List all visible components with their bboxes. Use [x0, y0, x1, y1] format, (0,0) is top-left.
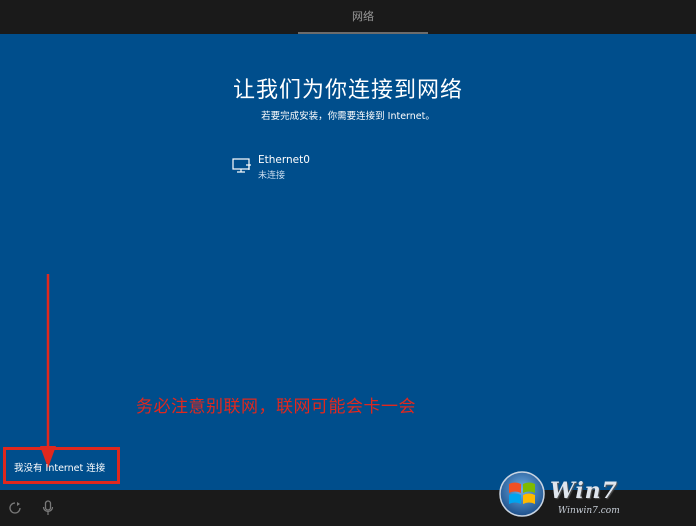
ethernet-icon	[232, 158, 251, 173]
network-status: 未连接	[258, 171, 286, 181]
windows-logo-icon	[499, 471, 545, 517]
watermark: Win7 Winwin7.com	[498, 466, 694, 524]
annotation-arrow-icon	[40, 274, 56, 468]
no-internet-link[interactable]: 我没有 Internet 连接	[14, 460, 105, 474]
page-subtitle: 若要完成安装，你需要连接到 Internet。	[261, 111, 435, 122]
watermark-brand: Win7	[550, 478, 618, 504]
microphone-icon[interactable]	[42, 500, 54, 516]
watermark-url: Winwin7.com	[558, 506, 620, 516]
top-bar: 网络	[0, 0, 696, 34]
main-panel: 让我们为你连接到网络 若要完成安装，你需要连接到 Internet。 Ether…	[0, 34, 696, 490]
ease-of-access-icon[interactable]	[8, 501, 22, 515]
network-item-ethernet0[interactable]: Ethernet0 未连接	[228, 152, 388, 184]
page-title: 让我们为你连接到网络	[232, 78, 463, 103]
oobe-screen: 网络 让我们为你连接到网络 若要完成安装，你需要连接到 Internet。 Et…	[0, 0, 696, 526]
step-title: 网络	[298, 0, 428, 34]
annotation-text: 务必注意别联网，联网可能会卡一会	[136, 397, 416, 417]
network-name: Ethernet0	[258, 154, 310, 166]
